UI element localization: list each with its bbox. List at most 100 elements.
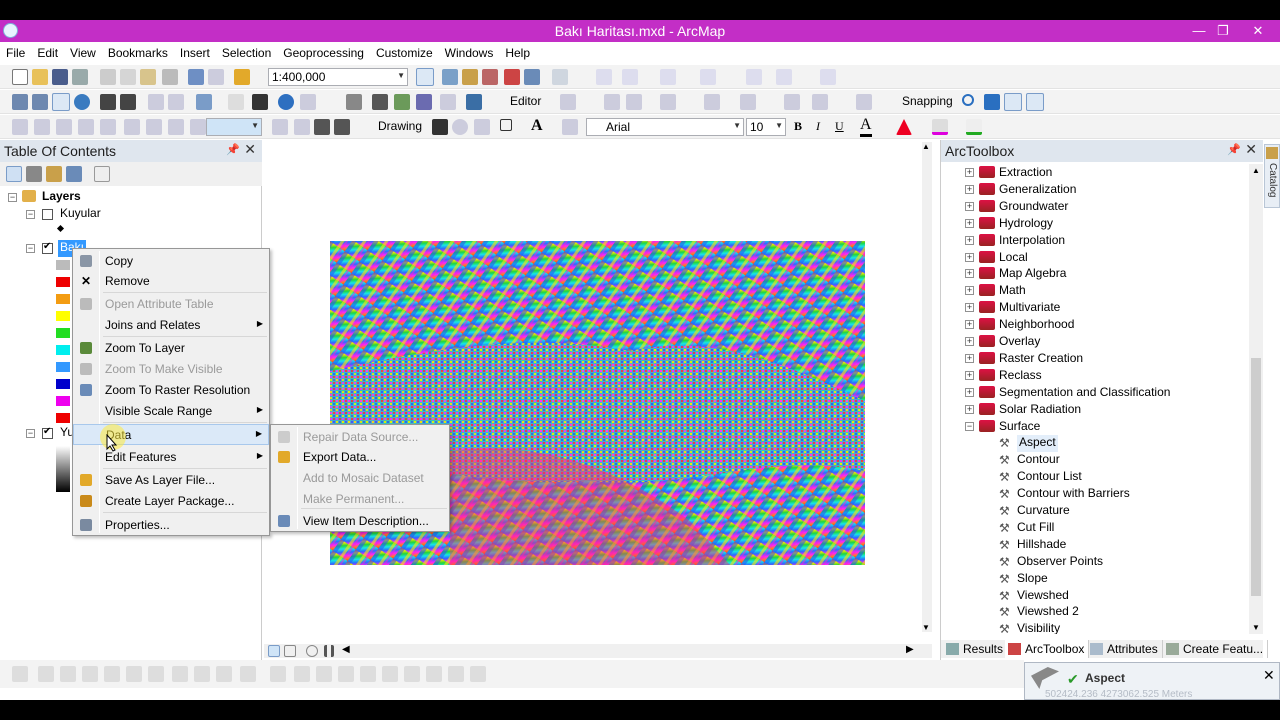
pause-drawing-icon[interactable] <box>324 645 334 657</box>
tab-create-features[interactable]: Create Featu... <box>1163 640 1269 658</box>
select-elements-arrow-icon[interactable] <box>252 94 268 110</box>
georef-icon-i[interactable] <box>190 119 206 135</box>
tool-observer-points[interactable]: Observer Points <box>1017 554 1103 571</box>
toolset-surface[interactable]: Surface <box>999 419 1040 436</box>
rectangle-icon[interactable] <box>500 119 512 131</box>
collapse-yu-icon[interactable]: − <box>26 429 35 438</box>
menu-item-save-as-layer-file[interactable]: Save As Layer File... <box>73 470 269 491</box>
tool-viewshed[interactable]: Viewshed <box>1017 588 1069 605</box>
close-button[interactable]: ✕ <box>1243 20 1273 42</box>
menu-selection[interactable]: Selection <box>216 43 277 60</box>
tab-results[interactable]: Results <box>943 640 1009 658</box>
submenu-item-add-to-mosaic-dataset[interactable]: Add to Mosaic Dataset <box>271 468 449 489</box>
tool-slope[interactable]: Slope <box>1017 571 1048 588</box>
menu-bookmarks[interactable]: Bookmarks <box>102 43 174 60</box>
bottom-tool-icon-2[interactable] <box>38 666 54 682</box>
collapse-toolset-icon[interactable]: − <box>965 421 974 431</box>
toolset-extraction[interactable]: Extraction <box>999 165 1052 182</box>
arctoolbox-icon[interactable] <box>504 69 520 85</box>
menu-view[interactable]: View <box>64 43 102 60</box>
submenu-item-repair-data-source[interactable]: Repair Data Source... <box>271 427 449 448</box>
georef-layer-combo[interactable]: ▼ <box>206 118 262 136</box>
list-by-drawing-order-icon[interactable] <box>6 166 22 182</box>
delete-icon[interactable] <box>162 69 178 85</box>
fixed-zoom-out-icon[interactable] <box>120 94 136 110</box>
bottom-tool-icon-14[interactable] <box>316 666 332 682</box>
bottom-tool-icon-19[interactable] <box>426 666 442 682</box>
toolbar-icon-e[interactable] <box>746 69 762 85</box>
menu-item-remove[interactable]: ✕ Remove <box>73 271 269 292</box>
toolset-math[interactable]: Math <box>999 283 1026 300</box>
expand-toolset-icon[interactable]: + <box>965 303 974 313</box>
expand-toolset-icon[interactable]: + <box>965 370 974 380</box>
kuyular-visibility-checkbox[interactable] <box>42 209 53 220</box>
point-snapping-icon[interactable] <box>962 94 974 106</box>
expand-toolset-icon[interactable]: + <box>965 353 974 363</box>
underline-button[interactable]: U <box>835 119 844 134</box>
menu-geoprocessing[interactable]: Geoprocessing <box>277 43 370 60</box>
menu-item-edit-features[interactable]: Edit Features ▶ <box>73 447 269 468</box>
toolbar-icon-d[interactable] <box>700 69 716 85</box>
menu-customize[interactable]: Customize <box>370 43 439 60</box>
edge-snapping-icon[interactable] <box>1026 93 1044 111</box>
time-slider-icon[interactable] <box>440 94 456 110</box>
expand-toolset-icon[interactable]: + <box>965 269 974 279</box>
paste-icon[interactable] <box>140 69 156 85</box>
fill-color-icon[interactable] <box>896 119 912 135</box>
expand-toolset-icon[interactable]: + <box>965 218 974 228</box>
zoom-whole-page-icon[interactable] <box>474 119 490 135</box>
bottom-tool-icon-3[interactable] <box>60 666 76 682</box>
list-by-source-icon[interactable] <box>26 166 42 182</box>
scroll-up-icon[interactable]: ▲ <box>1252 166 1260 175</box>
font-color-icon[interactable]: A <box>860 116 872 137</box>
text-tool-icon[interactable]: A <box>531 117 543 135</box>
georef-icon-f[interactable] <box>124 119 140 135</box>
drawing-menu[interactable]: Drawing <box>378 119 422 133</box>
toolset-neighborhood[interactable]: Neighborhood <box>999 317 1074 334</box>
layout-view-icon[interactable] <box>284 645 296 657</box>
data-view-icon[interactable] <box>268 645 280 657</box>
reshape-icon[interactable] <box>740 94 756 110</box>
layout-icon-b[interactable] <box>294 119 310 135</box>
pin-icon[interactable]: 📌 <box>1227 143 1241 156</box>
georef-icon-h[interactable] <box>168 119 184 135</box>
select-features-icon[interactable] <box>196 94 212 110</box>
expand-toolset-icon[interactable]: + <box>965 252 974 262</box>
layout-icon-c[interactable] <box>314 119 330 135</box>
scrollbar-thumb[interactable] <box>1251 358 1261 596</box>
baki-visibility-checkbox[interactable] <box>42 241 53 254</box>
layout-icon-a[interactable] <box>272 119 288 135</box>
toolset-solar-radiation[interactable]: Solar Radiation <box>999 402 1081 419</box>
georef-icon-a[interactable] <box>12 119 28 135</box>
expand-toolset-icon[interactable]: + <box>965 337 974 346</box>
toolset-groundwater[interactable]: Groundwater <box>999 199 1068 216</box>
menu-item-zoom-to-raster-resolution[interactable]: Zoom To Raster Resolution <box>73 380 269 401</box>
undo-icon[interactable] <box>188 69 204 85</box>
tool-curvature[interactable]: Curvature <box>1017 503 1070 520</box>
toolset-map-algebra[interactable]: Map Algebra <box>999 266 1066 283</box>
cut-icon[interactable] <box>100 69 116 85</box>
menu-file[interactable]: File <box>0 43 31 60</box>
georef-icon-g[interactable] <box>146 119 162 135</box>
tool-cut-fill[interactable]: Cut Fill <box>1017 520 1054 537</box>
bottom-tool-icon-21[interactable] <box>470 666 486 682</box>
bottom-tool-icon-8[interactable] <box>172 666 188 682</box>
toolbar-icon-b[interactable] <box>622 69 638 85</box>
tab-arctoolbox[interactable]: ArcToolbox <box>1005 640 1090 658</box>
toolset-raster-creation[interactable]: Raster Creation <box>999 351 1083 368</box>
expand-toolset-icon[interactable]: + <box>965 184 974 194</box>
tool-contour-with-barriers[interactable]: Contour with Barriers <box>1017 486 1130 503</box>
menu-item-copy[interactable]: Copy <box>73 251 269 272</box>
expand-toolset-icon[interactable]: + <box>965 387 974 397</box>
bottom-tool-icon-5[interactable] <box>104 666 120 682</box>
editor-menu[interactable]: Editor <box>510 94 541 108</box>
snapping-menu[interactable]: Snapping <box>902 94 953 108</box>
arctoolbox-scrollbar[interactable]: ▲ ▼ <box>1249 164 1263 634</box>
table-of-contents-icon[interactable] <box>442 69 458 85</box>
sketch-properties-icon[interactable] <box>856 94 872 110</box>
bottom-tool-icon-12[interactable] <box>270 666 286 682</box>
bold-button[interactable]: B <box>794 119 802 134</box>
toolset-generalization[interactable]: Generalization <box>999 182 1076 199</box>
menu-item-zoom-to-layer[interactable]: Zoom To Layer <box>73 338 269 359</box>
redo-icon[interactable] <box>208 69 224 85</box>
